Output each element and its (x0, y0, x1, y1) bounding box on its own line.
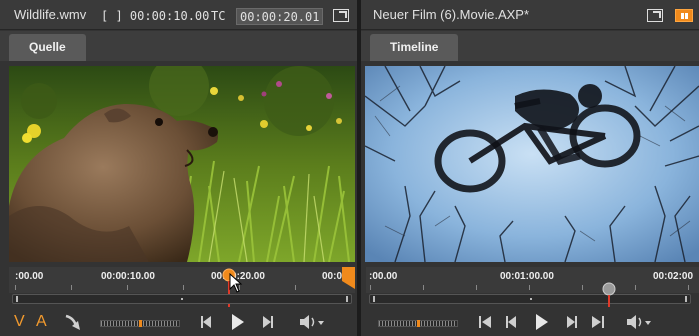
tab-quelle[interactable]: Quelle (9, 34, 86, 61)
timeline-scrollbar[interactable] (369, 294, 691, 304)
ruler-tick (370, 285, 371, 290)
timeline-video-preview[interactable] (365, 66, 699, 262)
mouse-cursor-icon (229, 273, 243, 293)
ruler-tick (71, 285, 72, 290)
ruler-tick (582, 285, 583, 290)
ruler-label-start: :00.00 (15, 271, 44, 282)
source-time-ruler[interactable]: :00.00 00:00:10.00 00:00:20.00 00:00 (9, 267, 355, 307)
undock-window-icon[interactable] (333, 9, 349, 22)
scrollbar-center-dot (181, 298, 183, 300)
source-titlebar: Wildlife.wmv [ ] 00:00:10.00 TC 00:00:20… (0, 0, 357, 30)
step-back-icon[interactable] (503, 312, 521, 332)
source-tabbar: Quelle (0, 31, 357, 61)
project-title: Neuer Film (6).Movie.AXP* (373, 7, 530, 22)
source-video-preview[interactable] (9, 66, 355, 262)
source-panel: Wildlife.wmv [ ] 00:00:10.00 TC 00:00:20… (0, 0, 357, 336)
send-to-timeline-icon[interactable] (62, 312, 84, 332)
play-icon[interactable] (532, 312, 550, 332)
jog-indicator (417, 320, 420, 327)
jog-indicator (139, 320, 142, 327)
scrollbar-left-handle[interactable] (16, 296, 18, 302)
ruler-tick (423, 285, 424, 290)
ruler-tick (15, 285, 16, 290)
ruler-label-1min: 00:01:00.00 (500, 271, 554, 282)
source-scrollbar[interactable] (12, 294, 352, 304)
step-forward-icon[interactable] (562, 312, 580, 332)
ruler-label-2min: 00:02:00 (653, 271, 694, 282)
volume-icon[interactable] (298, 312, 326, 332)
ruler-label-start: :00.00 (369, 271, 398, 282)
scrollbar-center-dot (530, 298, 532, 300)
ruler-tick (295, 285, 296, 290)
ruler-tick (635, 285, 636, 290)
end-marker-icon[interactable] (342, 267, 355, 289)
step-forward-icon[interactable] (258, 312, 276, 332)
go-to-end-icon[interactable] (588, 312, 606, 332)
undock-window-icon[interactable] (647, 9, 663, 22)
ruler-tick (688, 285, 689, 290)
timeline-time-ruler[interactable]: :00.00 00:01:00.00 00:02:00 (366, 267, 699, 293)
scrollbar-right-handle[interactable] (346, 296, 348, 302)
ruler-tick (183, 285, 184, 290)
project-tabbar: Timeline (361, 31, 699, 61)
ruler-tick (529, 285, 530, 290)
volume-icon[interactable] (625, 312, 653, 332)
timecode-field[interactable]: 00:00:20.01 (236, 8, 324, 25)
source-filename: Wildlife.wmv (14, 7, 87, 22)
ruler-label-10s: 00:00:10.00 (101, 271, 155, 282)
project-panel: Neuer Film (6).Movie.AXP* Timeline:00.0… (361, 0, 699, 336)
ruler-tick (476, 285, 477, 290)
go-to-start-icon[interactable] (477, 312, 495, 332)
timeline-playhead[interactable] (601, 281, 617, 307)
video-mark-toggle[interactable]: V (14, 312, 25, 332)
play-icon[interactable] (228, 312, 246, 332)
project-titlebar: Neuer Film (6).Movie.AXP* (361, 0, 699, 30)
pause-icon[interactable] (675, 9, 693, 22)
step-back-icon[interactable] (198, 312, 216, 332)
scrollbar-right-handle[interactable] (685, 296, 687, 302)
source-transport-controls: V A (0, 310, 357, 336)
ruler-tick (127, 285, 128, 290)
timecode-label: TC (211, 9, 226, 23)
audio-mark-toggle[interactable]: A (36, 312, 47, 332)
tab-timeline[interactable]: Timeline (370, 34, 459, 61)
source-duration: [ ] 00:00:10.00 (101, 9, 210, 23)
scrollbar-left-handle[interactable] (373, 296, 375, 302)
timeline-transport-controls (361, 310, 699, 336)
